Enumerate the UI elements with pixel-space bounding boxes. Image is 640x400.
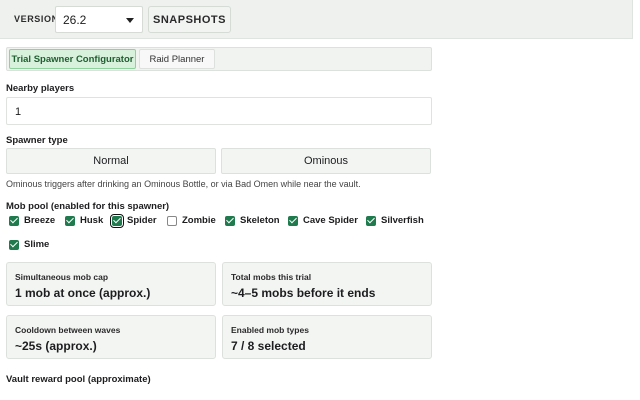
- spawner-type-normal-button[interactable]: Normal: [6, 148, 216, 174]
- stat-title: Simultaneous mob cap: [15, 272, 109, 282]
- spawner-type-label: Spawner type: [6, 135, 68, 146]
- mob-label: Spider: [127, 215, 157, 226]
- checkbox-checked-icon[interactable]: [110, 213, 124, 228]
- stat-value: ~4–5 mobs before it ends: [231, 286, 376, 300]
- checkbox-checked-icon[interactable]: [9, 239, 19, 250]
- spawner-note: Ominous triggers after drinking an Omino…: [6, 179, 361, 189]
- mob-option-zombie[interactable]: Zombie: [167, 215, 216, 226]
- stat-card-enabled-types: Enabled mob types 7 / 8 selected: [222, 315, 432, 359]
- version-label: VERSION: [14, 14, 59, 24]
- mob-option-cave-spider[interactable]: Cave Spider: [288, 215, 358, 226]
- mob-label: Cave Spider: [303, 215, 358, 226]
- stat-value: 7 / 8 selected: [231, 339, 306, 353]
- checkbox-checked-icon[interactable]: [288, 215, 298, 226]
- mob-label: Breeze: [24, 215, 56, 226]
- tab-raid-planner[interactable]: Raid Planner: [139, 49, 215, 69]
- stat-value: 1 mob at once (approx.): [15, 286, 151, 300]
- configurator-panel: Nearby players 1 Spawner type Normal Omi…: [6, 80, 432, 400]
- stat-card-mob-cap: Simultaneous mob cap 1 mob at once (appr…: [6, 262, 216, 306]
- stat-title: Total mobs this trial: [231, 272, 312, 282]
- players-input[interactable]: 1: [6, 97, 432, 125]
- stat-card-total-mobs: Total mobs this trial ~4–5 mobs before i…: [222, 262, 432, 306]
- players-value: 1: [15, 106, 22, 118]
- mob-label: Silverfish: [381, 215, 424, 226]
- stat-title: Enabled mob types: [231, 325, 309, 335]
- top-toolbar: VERSION 26.2 SNAPSHOTS: [0, 0, 633, 39]
- checkbox-checked-icon[interactable]: [65, 215, 75, 226]
- checkbox-checked-icon[interactable]: [225, 215, 235, 226]
- version-select[interactable]: 26.2: [55, 6, 143, 33]
- stat-card-cooldown: Cooldown between waves ~25s (approx.): [6, 315, 216, 359]
- mob-option-breeze[interactable]: Breeze: [9, 215, 55, 226]
- mob-label: Husk: [80, 215, 104, 226]
- mob-label: Skeleton: [240, 215, 280, 226]
- snapshots-button[interactable]: SNAPSHOTS: [148, 6, 231, 33]
- version-value: 26.2: [63, 13, 87, 27]
- mob-option-slime[interactable]: Slime: [9, 239, 49, 250]
- players-label: Nearby players: [6, 83, 75, 94]
- mob-option-silverfish[interactable]: Silverfish: [366, 215, 424, 226]
- mob-option-skeleton[interactable]: Skeleton: [225, 215, 280, 226]
- mob-pool-label: Mob pool (enabled for this spawner): [6, 201, 170, 212]
- spawner-type-ominous-button[interactable]: Ominous: [221, 148, 431, 174]
- checkbox-checked-icon[interactable]: [366, 215, 376, 226]
- checkbox-checked-icon[interactable]: [9, 215, 19, 226]
- checkbox-unchecked-icon[interactable]: [167, 215, 177, 226]
- vault-reward-label: Vault reward pool (approximate): [6, 374, 151, 385]
- mob-option-spider[interactable]: Spider: [110, 213, 157, 228]
- stat-title: Cooldown between waves: [15, 325, 121, 335]
- tab-bar: Trial Spawner Configurator Raid Planner: [6, 47, 432, 71]
- mob-option-husk[interactable]: Husk: [65, 215, 103, 226]
- stat-value: ~25s (approx.): [15, 339, 97, 353]
- mob-label: Zombie: [182, 215, 216, 226]
- tab-trial-spawner-configurator[interactable]: Trial Spawner Configurator: [9, 49, 136, 69]
- chevron-down-icon: [126, 18, 134, 23]
- mob-label: Slime: [24, 239, 50, 250]
